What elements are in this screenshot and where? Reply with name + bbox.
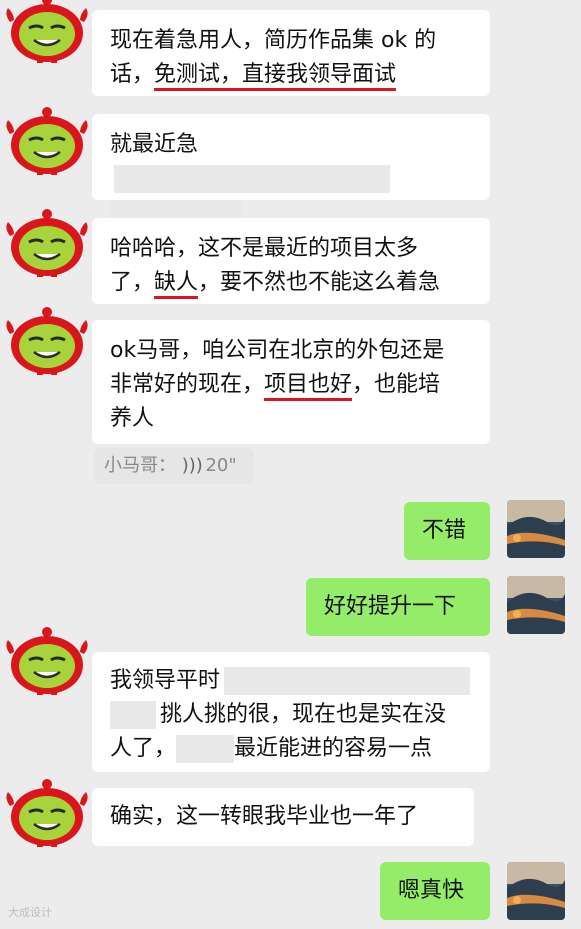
message-bubble-outgoing: 好好提升一下 [306, 578, 490, 636]
message-text-line: 话，免测试，直接我领导面试 [110, 58, 472, 92]
message-text: ，要不然也不能这么着急 [198, 270, 441, 295]
message-bubble-outgoing: 不错 [404, 502, 490, 560]
chat-screen: { "messages": { "m1": {"line1": "现在着急用人，… [0, 0, 581, 929]
sea-avatar-icon[interactable] [507, 576, 565, 634]
mascot-avatar-icon[interactable] [4, 626, 90, 696]
message-text: 挑人挑的很，现在也是实在没 [160, 702, 447, 727]
sound-wave-icon: ))) [181, 455, 203, 476]
message-text-line: 哈哈哈，这不是最近的项目太多 [110, 236, 419, 261]
redaction-block [176, 735, 235, 763]
message-bubble-outgoing: 嗯真快 [380, 862, 490, 920]
mascot-avatar-icon[interactable] [4, 0, 90, 64]
mascot-avatar-icon[interactable] [4, 208, 90, 278]
message-text: 就最近急 [110, 132, 199, 157]
message-text: 我领导平时 [110, 668, 221, 693]
redaction-block [110, 701, 156, 729]
message-text-line: 了，缺人，要不然也不能这么着急 [110, 266, 472, 300]
message-text-line: 挑人挑的很，现在也是实在没 [110, 698, 472, 732]
message-text: 不错 [422, 518, 467, 543]
message-bubble: 确实，这一转眼我毕业也一年了 [92, 788, 474, 846]
message-bubble: 哈哈哈，这不是最近的项目太多 了，缺人，要不然也不能这么着急 [92, 218, 490, 304]
message-text-line: 现在着急用人，简历作品集 ok 的 [110, 28, 437, 53]
voice-message[interactable]: 小马哥： ))) 20" [94, 448, 254, 484]
message-text: 话， [110, 62, 155, 87]
underlined-text: 项目也好 [264, 372, 353, 401]
watermark: 大成设计 [8, 906, 52, 919]
message-text: 嗯真快 [398, 878, 465, 903]
message-text: 了， [110, 270, 155, 295]
underlined-text: 缺人 [154, 270, 199, 299]
redaction-block [114, 165, 390, 193]
message-text: 人了， [110, 736, 177, 761]
message-bubble: ok马哥，咱公司在北京的外包还是 非常好的现在，项目也好，也能培 养人 [92, 320, 490, 444]
message-text-line: 养人 [110, 406, 155, 431]
voice-sender: 小马哥： [104, 455, 176, 476]
voice-duration: 20" [205, 455, 237, 476]
message-text-line: 我领导平时 [110, 664, 472, 698]
message-text: 确实，这一转眼我毕业也一年了 [110, 804, 419, 829]
sea-avatar-icon[interactable] [507, 500, 565, 558]
underlined-text: 免测试，直接我领导面试 [154, 62, 397, 91]
message-bubble: 我领导平时 挑人挑的很，现在也是实在没 人了， 最近能进的容易一点 [92, 652, 490, 772]
sea-avatar-icon[interactable] [507, 862, 565, 920]
message-bubble: 现在着急用人，简历作品集 ok 的 话，免测试，直接我领导面试 [92, 10, 490, 96]
message-text: 好好提升一下 [324, 594, 457, 619]
message-text-line: 就最近急 [110, 128, 472, 196]
message-text: 非常好的现在， [110, 372, 265, 397]
message-text: ，也能培 [352, 372, 441, 397]
message-text-line: 非常好的现在，项目也好，也能培 [110, 368, 472, 402]
message-text-line: 人了， 最近能进的容易一点 [110, 732, 472, 766]
message-text: 最近能进的容易一点 [234, 736, 433, 761]
mascot-avatar-icon[interactable] [4, 306, 90, 376]
mascot-avatar-icon[interactable] [4, 106, 90, 176]
message-text-line: ok马哥，咱公司在北京的外包还是 [110, 338, 445, 363]
mascot-avatar-icon[interactable] [4, 778, 90, 848]
message-bubble: 就最近急 [92, 114, 490, 226]
redaction-block [224, 667, 471, 695]
